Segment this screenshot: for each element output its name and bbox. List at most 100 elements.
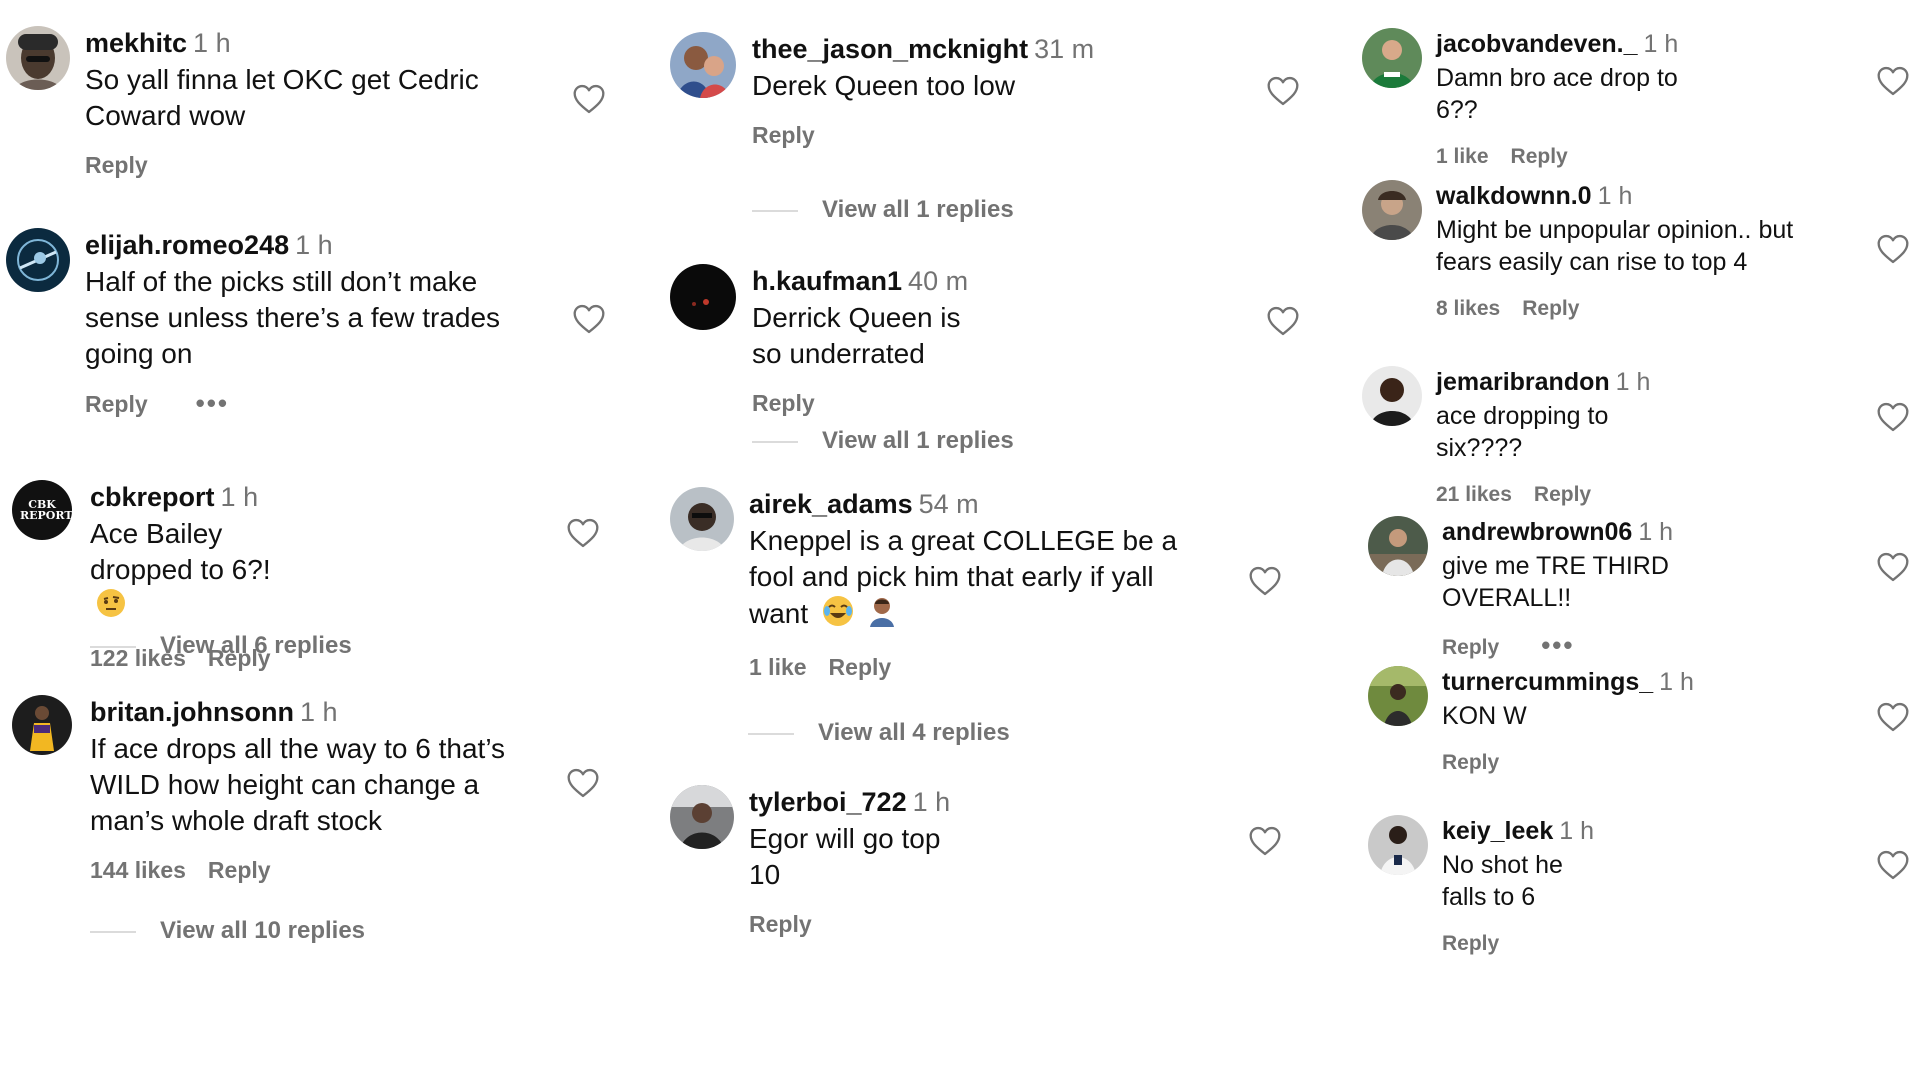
like-count[interactable]: 8 likes	[1436, 297, 1500, 320]
reply-button[interactable]: Reply	[752, 390, 815, 416]
heart-outline-icon[interactable]	[1876, 702, 1910, 732]
reply-button[interactable]: Reply	[752, 122, 815, 148]
avatar[interactable]	[1368, 815, 1428, 875]
avatar[interactable]	[1362, 28, 1422, 88]
heart-outline-icon[interactable]	[1248, 826, 1282, 856]
reply-button[interactable]: Reply	[829, 654, 892, 680]
view-replies-button[interactable]: View all 1 replies	[752, 195, 1014, 225]
like-count[interactable]: 144 likes	[90, 857, 186, 883]
avatar[interactable]	[670, 785, 734, 849]
comment-text: So yall finna let OKC get Cedric Coward …	[85, 64, 479, 131]
username[interactable]: jacobvandeven._	[1436, 30, 1637, 58]
comment-text: Derek Queen too low	[752, 70, 1016, 101]
divider	[90, 645, 136, 648]
username[interactable]: thee_jason_mcknight	[752, 34, 1028, 64]
heart-outline-icon[interactable]	[1876, 66, 1910, 96]
view-replies-button[interactable]: View all 6 replies	[90, 631, 352, 661]
avatar[interactable]	[670, 264, 736, 330]
view-replies-label: View all 1 replies	[822, 196, 1014, 223]
avatar[interactable]: CBK REPORT	[12, 480, 72, 540]
username[interactable]: keiy_leek	[1442, 817, 1553, 845]
comment-text: Egor will go top 10	[749, 823, 941, 890]
heart-outline-icon[interactable]	[566, 768, 600, 798]
username[interactable]: h.kaufman1	[752, 266, 902, 296]
username[interactable]: mekhitc	[85, 28, 187, 58]
reply-button[interactable]: Reply	[208, 857, 271, 883]
username[interactable]: jemaribrandon	[1436, 368, 1610, 396]
comment-body: walkdownn.0 1 h Might be unpopular opinio…	[1436, 180, 1836, 324]
username[interactable]: airek_adams	[749, 489, 913, 519]
reply-button[interactable]: Reply	[1442, 636, 1499, 659]
avatar[interactable]	[6, 26, 70, 90]
username[interactable]: britan.johnsonn	[90, 697, 294, 727]
username[interactable]: andrewbrown06	[1442, 518, 1632, 546]
timestamp: 1 h	[299, 697, 338, 727]
like-count[interactable]: 21 likes	[1436, 483, 1512, 506]
heart-outline-icon[interactable]	[1876, 402, 1910, 432]
reply-button[interactable]: Reply	[749, 911, 812, 937]
avatar-logo-text: CBK REPORT	[20, 498, 72, 522]
comment-text: Kneppel is a great COLLEGE be a fool and…	[749, 525, 1178, 629]
reply-button[interactable]: Reply	[1442, 932, 1499, 955]
avatar[interactable]	[6, 228, 70, 292]
reply-button[interactable]: Reply	[1442, 751, 1499, 774]
comment-text: Derrick Queen is so underrated	[752, 302, 961, 369]
comment-text: ace dropping to six????	[1436, 402, 1609, 462]
heart-outline-icon[interactable]	[1248, 566, 1282, 596]
avatar[interactable]	[1368, 516, 1428, 576]
heart-outline-icon[interactable]	[1266, 306, 1300, 336]
heart-outline-icon[interactable]	[1266, 76, 1300, 106]
view-replies-button[interactable]: View all 4 replies	[748, 718, 1010, 748]
comment-body: britan.johnsonn 1 h If ace drops all the …	[90, 695, 530, 885]
emoji-icon	[96, 588, 126, 627]
avatar[interactable]	[1362, 180, 1422, 240]
heart-outline-icon[interactable]	[572, 304, 606, 334]
username[interactable]: elijah.romeo248	[85, 230, 289, 260]
avatar[interactable]	[670, 487, 734, 551]
timestamp: 1 h	[193, 28, 231, 58]
avatar[interactable]	[670, 32, 736, 98]
heart-outline-icon[interactable]	[1876, 850, 1910, 880]
username[interactable]: walkdownn.0	[1436, 182, 1592, 210]
heart-outline-icon[interactable]	[572, 84, 606, 114]
comment-body: h.kaufman1 40 m Derrick Queen is so under…	[752, 264, 968, 418]
comment-body: jemaribrandon 1 h ace dropping to six????…	[1436, 366, 1650, 510]
timestamp: 1 h	[1638, 518, 1674, 546]
view-replies-button[interactable]: View all 1 replies	[752, 426, 1014, 456]
reply-button[interactable]: Reply	[85, 391, 148, 417]
reply-button[interactable]: Reply	[1511, 145, 1568, 168]
emoji-icon	[822, 595, 854, 636]
heart-outline-icon[interactable]	[1876, 552, 1910, 582]
username[interactable]: cbkreport	[90, 482, 215, 512]
comment-text: Half of the picks still don’t make sense…	[85, 266, 501, 369]
timestamp: 1 h	[1615, 368, 1651, 396]
heart-outline-icon[interactable]	[566, 518, 600, 548]
comment-body: mekhitc 1 h So yall finna let OKC get Ced…	[85, 26, 505, 180]
divider	[752, 440, 798, 443]
reply-button[interactable]: Reply	[85, 152, 148, 178]
reply-button[interactable]: Reply	[1534, 483, 1591, 506]
username[interactable]: tylerboi_722	[749, 787, 907, 817]
reply-button[interactable]: Reply	[1522, 297, 1579, 320]
comment-text: Ace Bailey dropped to 6?!	[90, 518, 271, 585]
timestamp: 1 h	[1597, 182, 1633, 210]
more-options-icon[interactable]: •••	[196, 388, 229, 418]
comment-body: jacobvandeven._ 1 h Damn bro ace drop to …	[1436, 28, 1678, 172]
view-replies-label: View all 1 replies	[822, 427, 1014, 454]
like-count[interactable]: 1 like	[1436, 145, 1489, 168]
avatar[interactable]	[1362, 366, 1422, 426]
username[interactable]: turnercummings_	[1442, 668, 1653, 696]
avatar[interactable]	[12, 695, 72, 755]
avatar[interactable]	[1368, 666, 1428, 726]
more-options-icon[interactable]: •••	[1541, 630, 1574, 660]
view-replies-label: View all 4 replies	[818, 719, 1010, 746]
comment-text: Damn bro ace drop to 6??	[1436, 64, 1678, 124]
timestamp: 1 h	[220, 482, 259, 512]
view-replies-button[interactable]: View all 10 replies	[90, 916, 365, 946]
heart-outline-icon[interactable]	[1876, 234, 1910, 264]
comment-text: If ace drops all the way to 6 that’s WIL…	[90, 733, 506, 836]
comment-text: Might be unpopular opinion.. but fears e…	[1436, 216, 1794, 276]
like-count[interactable]: 1 like	[749, 654, 807, 680]
divider	[748, 732, 794, 735]
emoji-icon	[866, 595, 898, 636]
